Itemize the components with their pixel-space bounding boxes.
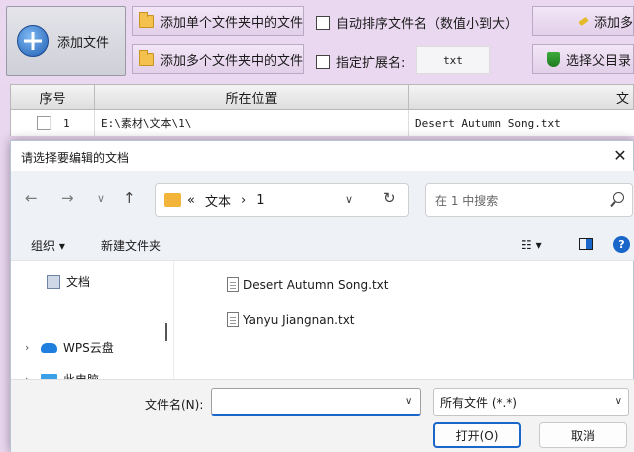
add-more-label: 添加多	[593, 15, 633, 31]
list-item[interactable]: Desert Autumn Song.txt	[227, 277, 388, 292]
add-file-label: 添加文件	[57, 35, 110, 51]
search-icon	[613, 192, 624, 203]
open-button[interactable]: 打开(O)	[433, 422, 521, 448]
grid-header: 序号 所在位置 文	[10, 84, 634, 110]
breadcrumb-segment[interactable]: 文本	[205, 191, 231, 210]
help-icon[interactable]: ?	[613, 236, 630, 253]
sidebar-item-documents[interactable]: 文档	[31, 273, 90, 290]
command-bar: 组织 ▾ 新建文件夹 ☷ ▾ ?	[11, 227, 634, 261]
address-bar[interactable]: « 文本 › 1	[155, 183, 409, 217]
list-item[interactable]: Yanyu Jiangnan.txt	[227, 312, 355, 327]
pane-divider	[173, 261, 174, 379]
sidebar-item-label: 文档	[66, 275, 91, 289]
checkbox-box[interactable]	[316, 15, 330, 30]
text-file-icon	[227, 312, 239, 327]
add-more-button[interactable]: 添加多	[532, 6, 634, 36]
sidebar-item-label: WPS云盘	[63, 341, 114, 355]
preview-pane-icon[interactable]	[579, 238, 593, 250]
shield-icon	[547, 51, 560, 67]
pen-icon	[578, 16, 589, 26]
auto-sort-label: 自动排序文件名（数值小到大）	[336, 17, 519, 32]
add-single-folder-label: 添加单个文件夹中的文件	[159, 15, 303, 31]
documents-icon	[47, 274, 60, 289]
new-folder-button[interactable]: 新建文件夹	[101, 237, 161, 254]
add-file-button[interactable]: 添加文件	[6, 6, 126, 76]
sidebar-item-wps-cloud[interactable]: › WPS云盘	[25, 339, 114, 356]
cancel-button[interactable]: 取消	[539, 422, 627, 448]
path-prefix: «	[187, 192, 195, 208]
chevron-down-icon[interactable]: ∨	[405, 396, 412, 407]
plus-circle-icon	[17, 25, 49, 57]
dialog-title: 请选择要编辑的文档	[21, 151, 130, 165]
auto-sort-checkbox[interactable]: 自动排序文件名（数值小到大）	[316, 13, 518, 32]
folder-icon	[164, 193, 181, 207]
select-parent-button[interactable]: 选择父目录	[532, 44, 634, 74]
index-cell: 1	[11, 110, 95, 136]
up-arrow-icon[interactable]: ↑	[123, 189, 136, 207]
chevron-right-icon[interactable]: ›	[25, 341, 35, 354]
organize-menu[interactable]: 组织 ▾	[31, 237, 65, 254]
ext-input[interactable]: txt	[416, 46, 490, 74]
row-name: Desert Autumn Song.txt	[415, 116, 561, 130]
add-single-folder-button[interactable]: 添加单个文件夹中的文件	[132, 6, 304, 36]
sidebar-item-this-pc[interactable]: › 此电脑	[25, 371, 99, 379]
pane-splitter-handle[interactable]	[165, 323, 167, 341]
sidebar-item-label: 此电脑	[63, 371, 99, 379]
search-input[interactable]: 在 1 中搜索	[425, 183, 633, 217]
text-file-icon	[227, 277, 239, 292]
file-grid: 序号 所在位置 文 1 E:\素材\文本\1\ Desert Autumn So…	[10, 84, 634, 136]
folder-icon	[139, 49, 154, 66]
breadcrumb-segment[interactable]: 1	[256, 193, 264, 208]
chevron-down-icon[interactable]: ∨	[345, 193, 353, 206]
ext-value: txt	[443, 53, 463, 67]
chevron-down-icon: ∨	[614, 396, 622, 407]
forward-arrow-icon[interactable]: →	[61, 189, 74, 207]
file-open-dialog: 请选择要编辑的文档 ✕ ← → ∨ ↑ « 文本 › 1 ∨ ↻ 在 1 中搜索…	[10, 140, 634, 452]
col-location-header[interactable]: 所在位置	[95, 85, 409, 109]
row-location: E:\素材\文本\1\	[95, 110, 409, 136]
file-name: Yanyu Jiangnan.txt	[243, 312, 355, 327]
file-type-value: 所有文件 (*.*)	[440, 395, 517, 410]
view-options-icon[interactable]: ☷ ▾	[521, 238, 542, 252]
row-index: 1	[63, 116, 70, 130]
ext-label: 指定扩展名:	[336, 56, 406, 71]
cloud-icon	[41, 342, 57, 353]
navigation-bar: ← → ∨ ↑ « 文本 › 1 ∨ ↻ 在 1 中搜索	[11, 171, 634, 227]
breadcrumb-separator: ›	[240, 192, 247, 208]
select-parent-label: 选择父目录	[566, 53, 632, 69]
col-name-header[interactable]: 文	[409, 85, 633, 109]
folder-icon	[139, 11, 154, 28]
row-checkbox[interactable]	[37, 116, 51, 130]
close-icon[interactable]: ✕	[607, 143, 633, 167]
ext-checkbox[interactable]: 指定扩展名:	[316, 52, 405, 71]
navigation-pane: 文档 › WPS云盘 › 此电脑	[11, 261, 173, 379]
col-index-header[interactable]: 序号	[11, 85, 95, 109]
filename-label: 文件名(N):	[145, 398, 204, 412]
file-name: Desert Autumn Song.txt	[243, 277, 389, 292]
recent-locations-icon[interactable]: ∨	[97, 192, 105, 205]
search-placeholder: 在 1 中搜索	[435, 193, 499, 208]
back-arrow-icon[interactable]: ←	[25, 189, 38, 207]
table-row[interactable]: 1 E:\素材\文本\1\ Desert Autumn Song.txt	[10, 110, 634, 136]
dialog-footer: 文件名(N): ∨ 所有文件 (*.*) ∨ 打开(O) 取消	[11, 379, 634, 452]
add-multi-folder-label: 添加多个文件夹中的文件	[159, 53, 303, 69]
filename-input[interactable]	[211, 388, 421, 416]
refresh-icon[interactable]: ↻	[383, 189, 396, 207]
file-type-select[interactable]: 所有文件 (*.*) ∨	[433, 388, 629, 416]
add-multi-folder-button[interactable]: 添加多个文件夹中的文件	[132, 44, 304, 74]
app-toolbar: 添加文件 添加单个文件夹中的文件 添加多个文件夹中的文件 自动排序文件名（数值小…	[0, 0, 634, 84]
checkbox-box[interactable]	[316, 54, 330, 69]
